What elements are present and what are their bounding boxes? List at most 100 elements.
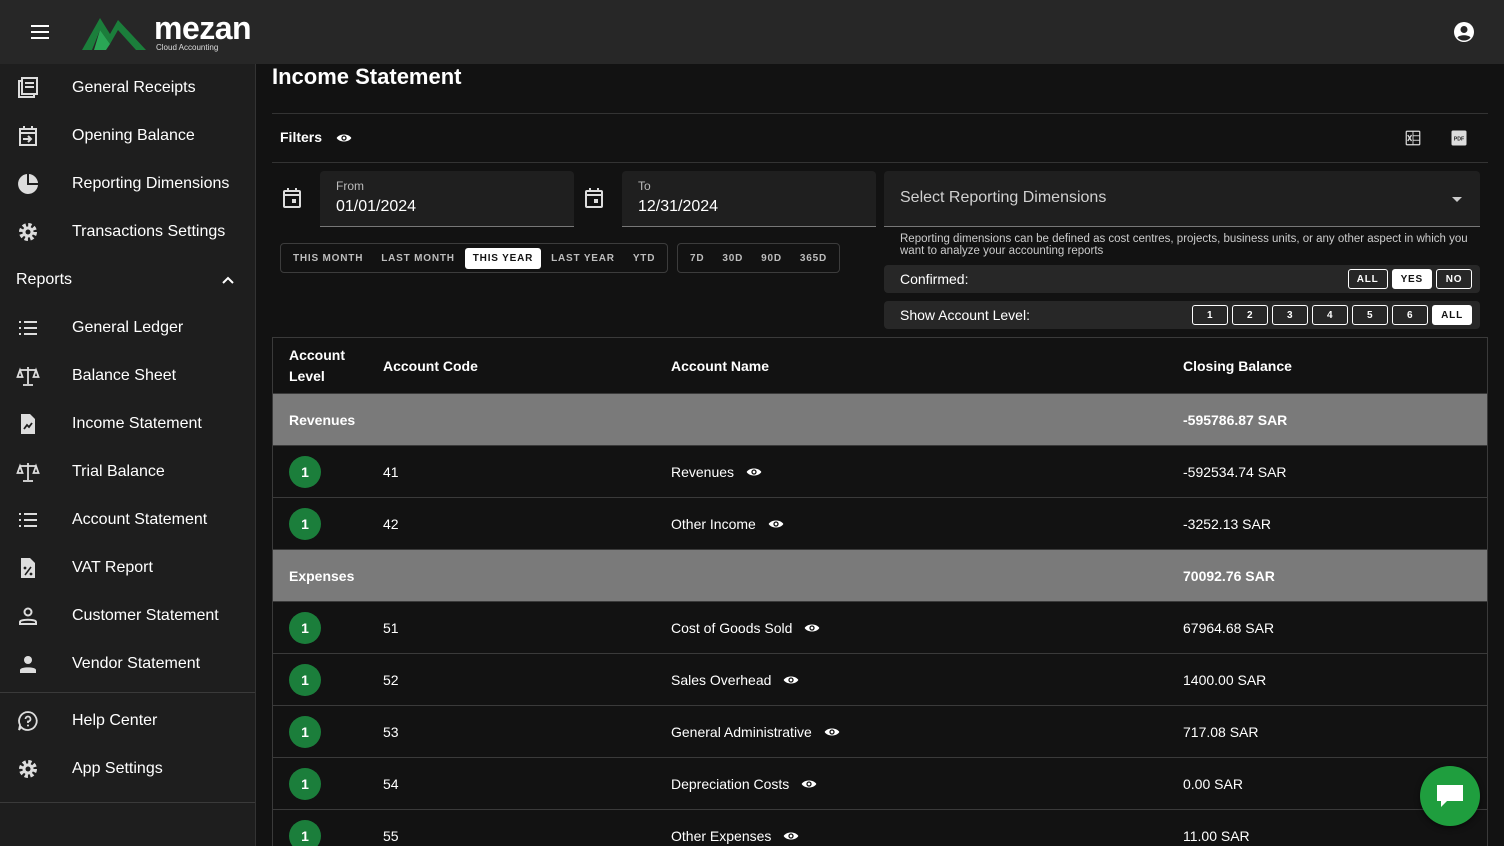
period-this-month-button[interactable]: THIS MONTH — [285, 248, 371, 269]
range-7d-button[interactable]: 7D — [682, 248, 712, 269]
account-code: 42 — [383, 515, 399, 532]
confirmed-no-button[interactable]: NO — [1436, 269, 1472, 289]
period-ytd-button[interactable]: YTD — [625, 248, 663, 269]
period-last-year-button[interactable]: LAST YEAR — [543, 248, 623, 269]
to-date-field[interactable]: To 12/31/2024 — [622, 171, 876, 227]
sidebar-item-app-settings[interactable]: App Settings — [0, 745, 255, 793]
sidebar-item-reporting-dimensions[interactable]: Reporting Dimensions — [0, 160, 255, 208]
sidebar-item-general-ledger[interactable]: General Ledger — [0, 304, 255, 352]
brand-logo[interactable]: mezan Cloud Accounting — [80, 10, 252, 54]
sidebar-item-general-receipts[interactable]: General Receipts — [0, 64, 255, 112]
level-3-button[interactable]: 3 — [1272, 305, 1309, 325]
dropdown-arrow-icon — [1452, 197, 1462, 202]
eye-icon[interactable] — [801, 776, 817, 792]
brand-tagline: Cloud Accounting — [156, 42, 219, 52]
page-title: Income Statement — [272, 64, 462, 89]
svg-text:PDF: PDF — [1454, 136, 1465, 142]
pie-chart-icon — [18, 174, 38, 194]
account-level-badge: 1 — [289, 611, 321, 644]
eye-icon[interactable] — [824, 724, 840, 740]
header-account-code[interactable]: Account Code — [383, 338, 643, 393]
eye-icon[interactable] — [768, 516, 784, 532]
excel-export-icon[interactable] — [1404, 129, 1422, 147]
person-icon — [20, 656, 36, 673]
table-row[interactable]: 1 55 Other Expenses 11.00 SAR — [273, 810, 1487, 846]
sidebar-item-label: Transactions Settings — [72, 223, 226, 240]
period-this-year-button[interactable]: THIS YEAR — [464, 247, 542, 269]
account-name: Revenues — [671, 463, 735, 480]
gear-icon — [19, 223, 37, 241]
filters-label: Filters — [280, 129, 323, 145]
account-level-badge: 1 — [289, 767, 321, 800]
sidebar-item-label: Opening Balance — [72, 127, 195, 144]
closing-balance: -592534.74 SAR — [1183, 463, 1287, 480]
sidebar-item-income-statement[interactable]: Income Statement — [0, 400, 255, 448]
range-90d-button[interactable]: 90D — [753, 248, 790, 269]
table-row[interactable]: 1 41 Revenues -592534.74 SAR — [273, 446, 1487, 498]
table-header-row: Account Level Account Code Account Name … — [273, 338, 1487, 394]
eye-icon[interactable] — [746, 464, 762, 480]
table-row[interactable]: 1 54 Depreciation Costs 0.00 SAR — [273, 758, 1487, 810]
account-level-badge: 1 — [289, 663, 321, 696]
gear-icon — [19, 760, 37, 778]
sidebar-divider — [0, 802, 255, 803]
reporting-dimensions-help-text: Reporting dimensions can be defined as c… — [900, 233, 1468, 257]
eye-icon[interactable] — [783, 672, 799, 688]
range-365d-button[interactable]: 365D — [792, 248, 835, 269]
closing-balance: -3252.13 SAR — [1183, 515, 1271, 532]
eye-icon[interactable] — [336, 130, 352, 146]
pdf-export-icon[interactable]: PDF — [1450, 129, 1468, 147]
eye-icon[interactable] — [804, 620, 820, 636]
confirmed-yes-button[interactable]: YES — [1391, 269, 1432, 289]
calendar-icon[interactable] — [582, 186, 606, 210]
sidebar-item-balance-sheet[interactable]: Balance Sheet — [0, 352, 255, 400]
sidebar-section-reports[interactable]: Reports — [0, 256, 255, 304]
account-name: Other Income — [671, 515, 756, 532]
level-all-button[interactable]: ALL — [1432, 305, 1472, 325]
sidebar-item-label: VAT Report — [72, 559, 153, 576]
sidebar-item-opening-balance[interactable]: Opening Balance — [0, 112, 255, 160]
sidebar-item-account-statement[interactable]: Account Statement — [0, 496, 255, 544]
account-name: Depreciation Costs — [671, 775, 790, 792]
table-row[interactable]: 1 52 Sales Overhead 1400.00 SAR — [273, 654, 1487, 706]
level-1-button[interactable]: 1 — [1192, 305, 1229, 325]
to-date-value: 12/31/2024 — [638, 198, 719, 215]
to-date-label: To — [638, 179, 651, 193]
sidebar-item-transactions-settings[interactable]: Transactions Settings — [0, 208, 255, 256]
table-row[interactable]: 1 51 Cost of Goods Sold 67964.68 SAR — [273, 602, 1487, 654]
menu-icon[interactable] — [24, 20, 56, 44]
sidebar-item-help-center[interactable]: Help Center — [0, 697, 255, 745]
from-date-field[interactable]: From 01/01/2024 — [320, 171, 574, 227]
reporting-dimensions-placeholder: Select Reporting Dimensions — [900, 189, 1107, 206]
period-last-month-button[interactable]: LAST MONTH — [373, 248, 463, 269]
sidebar-item-customer-statement[interactable]: Customer Statement — [0, 592, 255, 640]
chat-fab-button[interactable] — [1420, 766, 1480, 826]
header-closing-balance[interactable]: Closing Balance — [1183, 338, 1473, 393]
confirmed-all-button[interactable]: ALL — [1347, 269, 1388, 289]
level-5-button[interactable]: 5 — [1352, 305, 1389, 325]
eye-icon[interactable] — [783, 828, 799, 844]
sidebar-item-label: Income Statement — [72, 415, 202, 432]
percent-document-icon — [21, 558, 35, 578]
table-row[interactable]: 1 53 General Administrative 717.08 SAR — [273, 706, 1487, 758]
header-account-level[interactable]: Account Level — [289, 338, 353, 393]
sidebar-item-vendor-statement[interactable]: Vendor Statement — [0, 640, 255, 688]
header-account-name[interactable]: Account Name — [671, 338, 1151, 393]
level-4-button[interactable]: 4 — [1312, 305, 1349, 325]
level-2-button[interactable]: 2 — [1232, 305, 1269, 325]
table-row[interactable]: 1 42 Other Income -3252.13 SAR — [273, 498, 1487, 550]
group-row-revenues: Revenues -595786.87 SAR — [273, 394, 1487, 446]
scale-icon — [16, 463, 40, 482]
sidebar-item-trial-balance[interactable]: Trial Balance — [0, 448, 255, 496]
calendar-icon[interactable] — [280, 186, 304, 210]
account-name: Sales Overhead — [671, 671, 772, 688]
help-chat-icon — [18, 711, 38, 731]
reporting-dimensions-select[interactable]: Select Reporting Dimensions — [884, 171, 1480, 227]
level-6-button[interactable]: 6 — [1392, 305, 1429, 325]
sidebar-item-vat-report[interactable]: VAT Report — [0, 544, 255, 592]
range-30d-button[interactable]: 30D — [714, 248, 751, 269]
group-name: Revenues — [289, 411, 356, 428]
account-circle-icon[interactable] — [1452, 20, 1476, 44]
sidebar-item-label: Balance Sheet — [72, 367, 177, 384]
account-code: 41 — [383, 463, 399, 480]
